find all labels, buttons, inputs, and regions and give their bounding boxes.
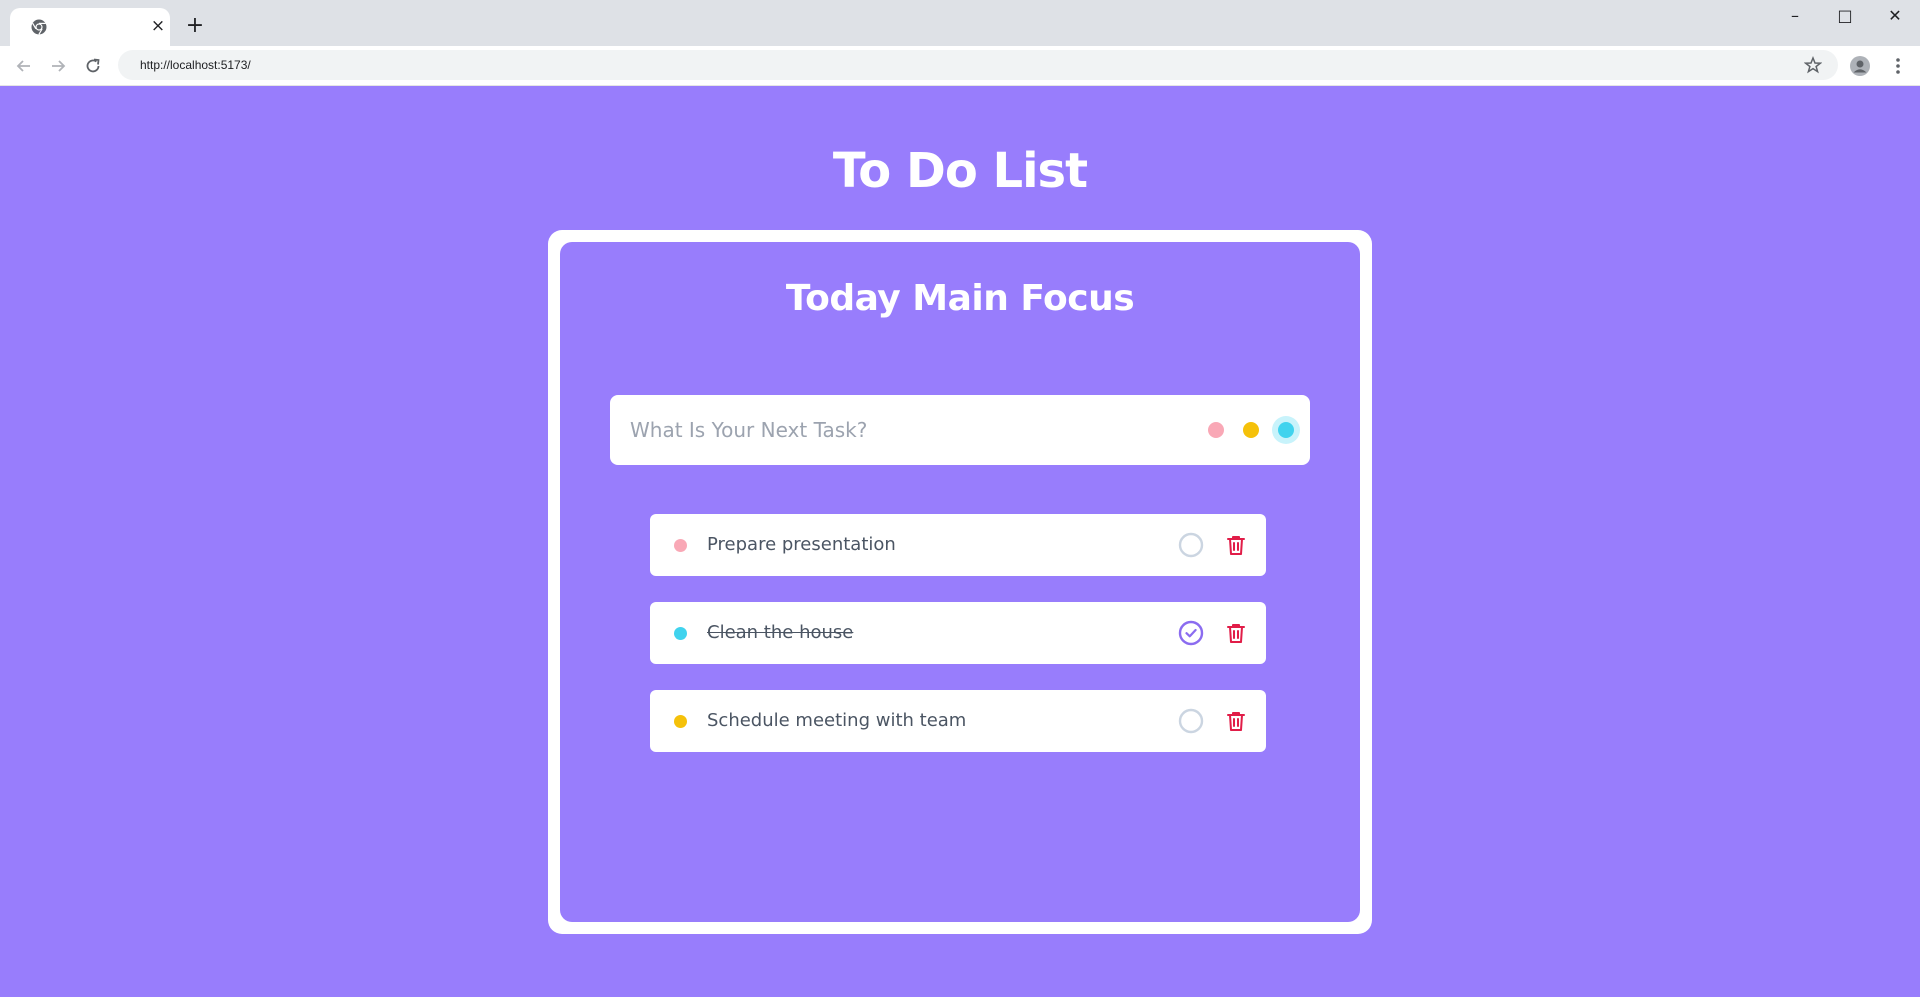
task-item: Prepare presentation bbox=[650, 514, 1266, 576]
card-title: Today Main Focus bbox=[785, 278, 1135, 319]
priority-yellow-button[interactable] bbox=[1243, 422, 1259, 438]
maximize-button[interactable]: □ bbox=[1830, 6, 1860, 26]
complete-toggle-icon[interactable] bbox=[1178, 532, 1204, 558]
task-priority-dot bbox=[674, 627, 687, 640]
page-content: To Do List Today Main Focus Prepare pres… bbox=[0, 86, 1920, 997]
reload-icon[interactable] bbox=[83, 56, 103, 76]
tab-close-icon[interactable]: × bbox=[148, 16, 168, 36]
priority-pink-button[interactable] bbox=[1208, 422, 1224, 438]
task-item: Clean the house bbox=[650, 602, 1266, 664]
bookmark-star-icon[interactable] bbox=[1804, 56, 1822, 74]
todo-card-inner: Today Main Focus Prepare presentation Cl… bbox=[560, 242, 1360, 922]
close-window-button[interactable]: ✕ bbox=[1880, 6, 1910, 26]
task-priority-dot bbox=[674, 715, 687, 728]
url-text: http://localhost:5173/ bbox=[140, 58, 251, 72]
menu-kebab-icon[interactable] bbox=[1892, 56, 1904, 76]
forward-icon[interactable] bbox=[48, 56, 68, 76]
todo-card: Today Main Focus Prepare presentation Cl… bbox=[548, 230, 1372, 934]
delete-trash-icon[interactable] bbox=[1224, 709, 1248, 733]
address-bar[interactable]: http://localhost:5173/ bbox=[118, 50, 1838, 80]
page-title: To Do List bbox=[832, 143, 1088, 199]
delete-trash-icon[interactable] bbox=[1224, 621, 1248, 645]
task-text: Clean the house bbox=[707, 622, 854, 643]
priority-cyan-button[interactable] bbox=[1278, 422, 1294, 438]
task-priority-dot bbox=[674, 539, 687, 552]
task-list: Prepare presentation Clean the house Sch… bbox=[650, 514, 1266, 778]
complete-toggle-icon[interactable] bbox=[1178, 708, 1204, 734]
minimize-button[interactable]: – bbox=[1780, 6, 1810, 26]
profile-avatar-icon[interactable] bbox=[1850, 56, 1870, 76]
delete-trash-icon[interactable] bbox=[1224, 533, 1248, 557]
task-input-container bbox=[610, 395, 1310, 465]
new-tab-button[interactable]: + bbox=[184, 15, 206, 37]
back-icon[interactable] bbox=[14, 56, 34, 76]
task-input[interactable] bbox=[610, 395, 1170, 465]
browser-toolbar: http://localhost:5173/ bbox=[0, 46, 1920, 86]
chrome-icon bbox=[31, 19, 47, 35]
task-item: Schedule meeting with team bbox=[650, 690, 1266, 752]
complete-toggle-icon[interactable] bbox=[1178, 620, 1204, 646]
browser-tab[interactable]: × bbox=[10, 8, 170, 46]
task-text: Schedule meeting with team bbox=[707, 710, 967, 731]
browser-tab-bar: × + – □ ✕ bbox=[0, 0, 1920, 46]
task-text: Prepare presentation bbox=[707, 534, 896, 555]
